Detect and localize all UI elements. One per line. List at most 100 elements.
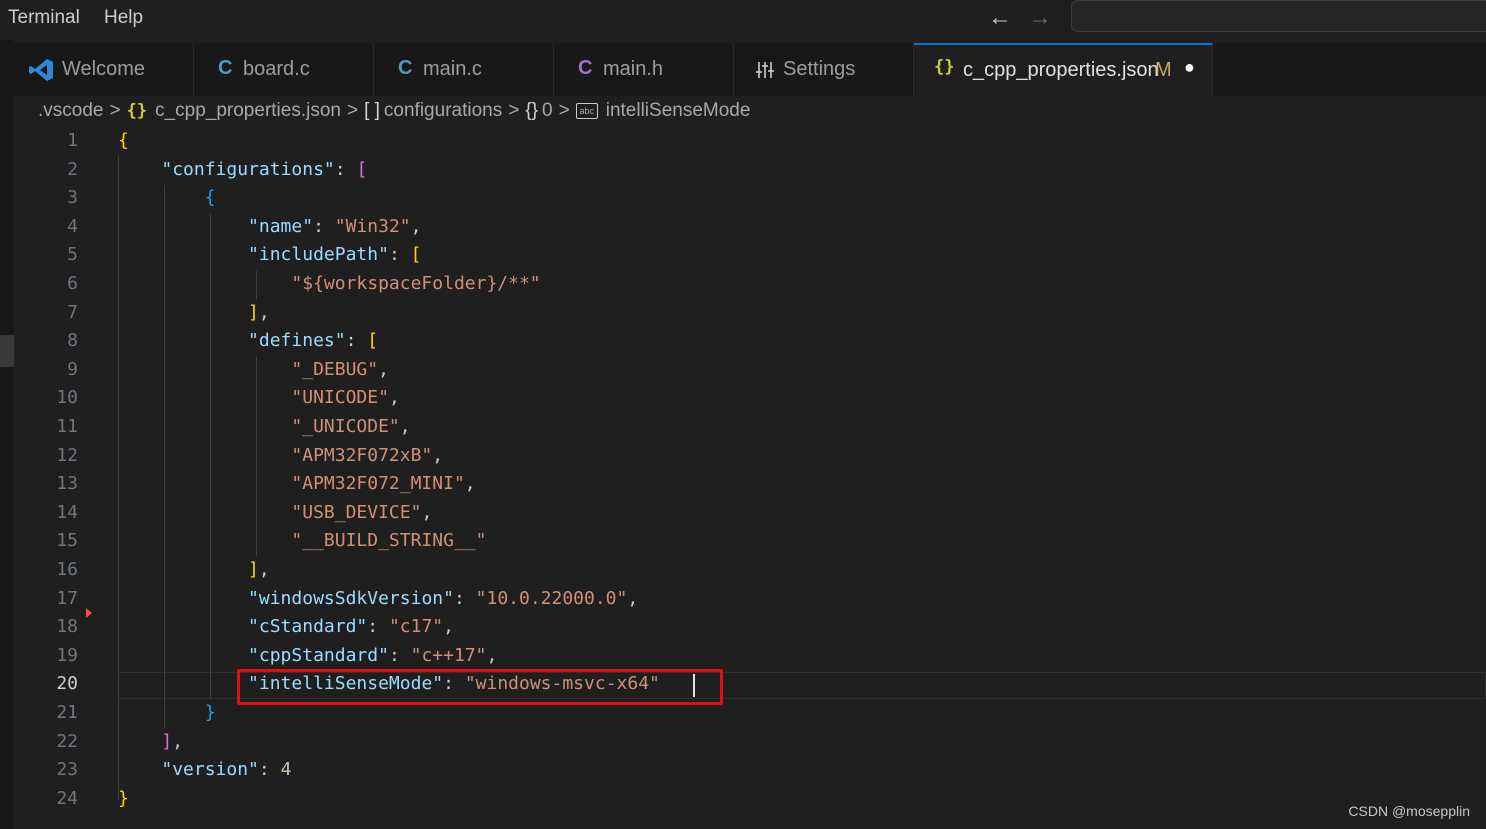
- code-token: :: [334, 158, 357, 180]
- code-line[interactable]: "${workspaceFolder}/**": [118, 273, 540, 294]
- code-line[interactable]: "APM32F072xB",: [118, 445, 443, 466]
- code-token: ,: [172, 730, 184, 752]
- tab-main-h[interactable]: C main.h: [554, 43, 734, 96]
- code-line[interactable]: "_UNICODE",: [118, 416, 411, 437]
- tab-settings[interactable]: Settings: [734, 43, 914, 96]
- code-token: :: [388, 244, 411, 266]
- code-token: {: [204, 187, 216, 209]
- c-file-icon: C: [218, 57, 233, 79]
- code-line[interactable]: "_DEBUG",: [118, 359, 389, 380]
- code-token: ,: [627, 587, 639, 609]
- line-number: 6: [67, 273, 78, 294]
- code-token: {: [118, 130, 129, 151]
- code-token: }: [204, 702, 216, 723]
- breadcrumb-separator: >: [558, 100, 570, 121]
- forward-arrow-icon[interactable]: →: [1028, 4, 1052, 32]
- code-token: [: [356, 158, 368, 180]
- code-token: "cppStandard": [248, 644, 389, 666]
- code-line[interactable]: ],: [118, 731, 183, 752]
- code-line[interactable]: "name": "Win32",: [118, 216, 421, 237]
- breadcrumb-folder[interactable]: .vscode: [38, 100, 103, 121]
- tab-label: board.c: [243, 58, 310, 80]
- code-line[interactable]: "configurations": [: [118, 159, 367, 180]
- menu-help[interactable]: Help: [104, 7, 143, 29]
- breadcrumb-leaf[interactable]: intelliSenseMode: [606, 100, 751, 121]
- tab-label: main.h: [603, 58, 664, 80]
- menu-terminal[interactable]: Terminal: [8, 7, 80, 29]
- tab-label: Welcome: [62, 58, 145, 80]
- back-arrow-icon[interactable]: ←: [988, 4, 1012, 32]
- line-number: 9: [67, 358, 78, 380]
- code-token: ,: [378, 358, 389, 380]
- code-line[interactable]: "includePath": [: [118, 244, 421, 265]
- code-line[interactable]: {: [118, 130, 129, 151]
- code-line[interactable]: "USB_DEVICE",: [118, 502, 432, 523]
- code-token: :: [345, 330, 368, 352]
- tab-board-c[interactable]: C board.c: [194, 43, 374, 96]
- line-number: 21: [56, 702, 78, 723]
- code-token: :: [453, 587, 476, 609]
- code-token: "cStandard": [248, 616, 368, 638]
- breadcrumb-file[interactable]: c_cpp_properties.json: [155, 100, 341, 121]
- code-token: ]: [248, 301, 259, 323]
- breadcrumb-index[interactable]: 0: [542, 100, 553, 121]
- line-number: 10: [56, 387, 78, 409]
- settings-icon: [755, 60, 775, 85]
- code-token: ]: [248, 559, 259, 580]
- code-token: "defines": [248, 330, 346, 352]
- code-token: "c17": [388, 616, 444, 638]
- code-line[interactable]: "version": 4: [118, 759, 291, 780]
- scroll-indicator[interactable]: [0, 335, 14, 367]
- tab-welcome[interactable]: Welcome: [14, 43, 194, 96]
- line-number: 1: [67, 130, 78, 151]
- tab-c-cpp-properties[interactable]: {} c_cpp_properties.json M ●: [914, 43, 1213, 96]
- line-number: 18: [56, 616, 78, 638]
- line-number: 13: [56, 473, 78, 495]
- code-token: "APM32F072_MINI": [291, 473, 465, 495]
- line-number: 15: [56, 530, 78, 552]
- code-token: [: [367, 330, 379, 352]
- line-number: 16: [56, 559, 78, 580]
- code-line[interactable]: "APM32F072_MINI",: [118, 473, 475, 495]
- line-number: 5: [67, 244, 78, 266]
- code-token: ,: [399, 416, 411, 437]
- line-number: 3: [67, 187, 78, 209]
- code-line[interactable]: "cppStandard": "c++17",: [118, 645, 497, 666]
- code-token: :: [258, 759, 281, 781]
- h-file-icon: C: [578, 57, 593, 79]
- breadcrumb-separator: >: [346, 100, 359, 121]
- code-line[interactable]: ],: [118, 302, 270, 323]
- breadcrumb-array[interactable]: configurations: [384, 100, 502, 121]
- unsaved-dot-icon[interactable]: ●: [1184, 57, 1195, 78]
- code-token: [: [410, 244, 422, 266]
- code-token: ,: [486, 644, 498, 666]
- command-center-search[interactable]: [1071, 0, 1486, 32]
- code-token: ,: [410, 215, 422, 237]
- code-editor[interactable]: 1 2 3 4 5 6 7 8 9 10 11 12 13 14 15 16 17 18 19 20 21 22 23 24 …: [14, 128, 1486, 829]
- code-line[interactable]: "UNICODE",: [118, 387, 399, 408]
- code-line[interactable]: }: [118, 788, 129, 809]
- code-line[interactable]: {: [118, 187, 216, 208]
- code-token: "configurations": [161, 158, 335, 180]
- code-token: :: [388, 644, 411, 666]
- code-token: ,: [421, 501, 433, 523]
- code-token: ,: [258, 559, 270, 580]
- code-line[interactable]: "cStandard": "c17",: [118, 616, 454, 637]
- code-line[interactable]: ],: [118, 559, 270, 580]
- modified-badge: M: [1155, 59, 1172, 81]
- code-token: "10.0.22000.0": [475, 587, 628, 609]
- code-line[interactable]: "defines": [: [118, 330, 378, 351]
- code-line[interactable]: "windowsSdkVersion": "10.0.22000.0",: [118, 588, 638, 609]
- code-line[interactable]: "__BUILD_STRING__": [118, 530, 486, 551]
- code-line[interactable]: }: [118, 702, 216, 723]
- line-number: 20: [56, 673, 78, 695]
- tab-main-c[interactable]: C main.c: [374, 43, 554, 96]
